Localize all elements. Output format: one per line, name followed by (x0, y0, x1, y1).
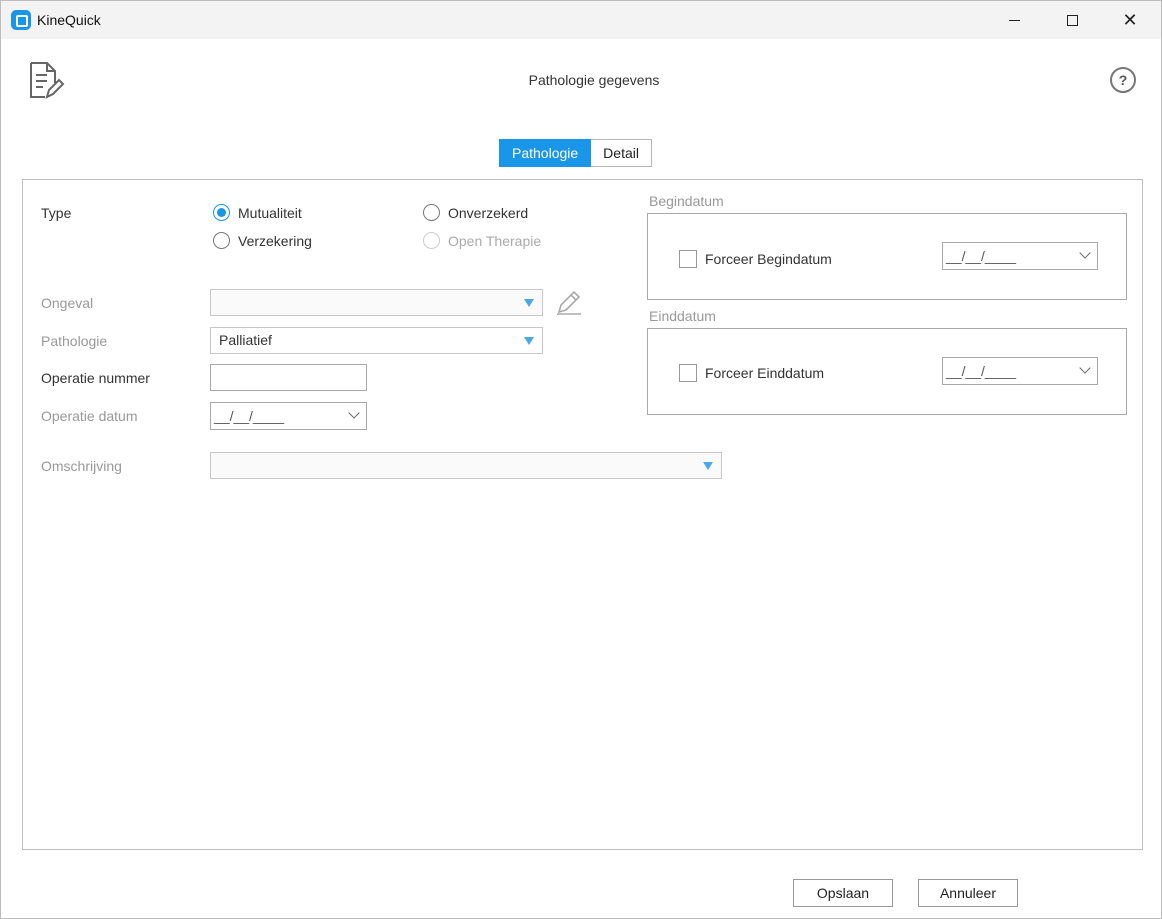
radio-onverzekerd[interactable]: Onverzekerd (423, 204, 528, 221)
forceer-einddatum-checkbox[interactable]: Forceer Einddatum (679, 364, 824, 382)
dropdown-arrow-icon (524, 299, 534, 307)
dropdown-arrow-icon (703, 462, 713, 470)
maximize-icon (1066, 14, 1078, 26)
begindatum-group-title: Begindatum (649, 193, 724, 209)
chevron-down-icon (1079, 362, 1091, 374)
radio-unchecked-icon (423, 204, 440, 221)
cancel-button[interactable]: Annuleer (918, 879, 1018, 907)
kinequick-logo-icon (11, 10, 31, 30)
omschrijving-label: Omschrijving (41, 458, 122, 474)
app-title: KineQuick (37, 12, 101, 28)
tab-pathologie[interactable]: Pathologie (499, 139, 592, 167)
operatie-datum-value: __/__/____ (214, 408, 285, 424)
begindatum-value: __/__/____ (946, 248, 1017, 264)
tab-detail[interactable]: Detail (591, 139, 652, 167)
einddatum-group-title: Einddatum (649, 308, 716, 324)
radio-label: Verzekering (238, 232, 312, 249)
radio-unchecked-icon (213, 232, 230, 249)
einddatum-value: __/__/____ (946, 363, 1017, 379)
ongeval-dropdown[interactable] (210, 289, 543, 316)
omschrijving-dropdown[interactable] (210, 452, 722, 479)
pathologie-dropdown[interactable]: Palliatief (210, 327, 543, 354)
forceer-begindatum-checkbox[interactable]: Forceer Begindatum (679, 250, 832, 268)
chevron-down-icon (348, 407, 360, 419)
title-bar: KineQuick ✕ (1, 1, 1161, 39)
operatie-datum-label: Operatie datum (41, 408, 138, 424)
radio-unchecked-icon (423, 232, 440, 249)
checkbox-unchecked-icon (679, 364, 697, 382)
checkbox-unchecked-icon (679, 250, 697, 268)
minimize-button[interactable] (985, 1, 1043, 39)
save-button[interactable]: Opslaan (793, 879, 893, 907)
page-title: Pathologie gegevens (528, 72, 660, 88)
operatie-datum-picker[interactable]: __/__/____ (210, 402, 367, 430)
operatie-nummer-label: Operatie nummer (41, 370, 150, 386)
begindatum-picker[interactable]: __/__/____ (942, 242, 1098, 270)
minimize-icon (1008, 19, 1020, 21)
checkbox-label: Forceer Begindatum (705, 251, 832, 267)
ongeval-label: Ongeval (41, 295, 94, 311)
radio-label: Mutualiteit (238, 204, 302, 221)
tab-bar: Pathologie Detail (499, 139, 652, 167)
radio-label: Onverzekerd (448, 204, 529, 221)
maximize-button[interactable] (1043, 1, 1101, 39)
radio-checked-icon (213, 204, 230, 221)
radio-verzekering[interactable]: Verzekering (213, 232, 312, 249)
radio-label: Open Therapie (448, 232, 542, 249)
dropdown-arrow-icon (524, 337, 534, 345)
close-button[interactable]: ✕ (1101, 1, 1159, 39)
checkbox-label: Forceer Einddatum (705, 365, 825, 381)
chevron-down-icon (1079, 247, 1091, 259)
pathologie-value: Palliatief (219, 332, 272, 348)
radio-mutualiteit[interactable]: Mutualiteit (213, 204, 302, 221)
dialog-window: KineQuick ✕ Pathologie gegevens ? Pathol… (0, 0, 1162, 919)
type-label: Type (41, 205, 72, 221)
pathologie-label: Pathologie (41, 333, 108, 349)
close-icon: ✕ (1122, 9, 1138, 30)
einddatum-picker[interactable]: __/__/____ (942, 357, 1098, 385)
operatie-nummer-input[interactable] (210, 364, 367, 391)
radio-open-therapie: Open Therapie (423, 232, 541, 249)
pencil-icon[interactable] (555, 290, 583, 316)
help-icon[interactable]: ? (1110, 67, 1136, 93)
